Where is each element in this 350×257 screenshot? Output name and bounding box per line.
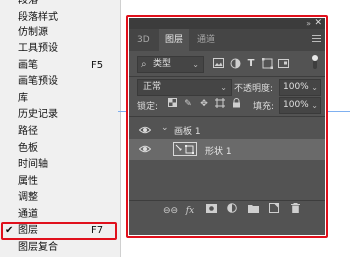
layer-name-artboard: 画板 1 — [174, 127, 201, 137]
divider — [129, 116, 325, 117]
tab-channels[interactable]: 通道 — [191, 29, 221, 51]
menu-item-tool-presets[interactable]: 工具预设 — [0, 40, 120, 58]
type-filter-icon[interactable]: T — [245, 58, 257, 70]
chevron-down-icon: ⌄ — [220, 83, 227, 92]
filter-toggle-switch[interactable] — [312, 55, 318, 69]
menu-item-timeline[interactable]: 时间轴 — [0, 156, 120, 174]
lock-transparent-pixels-icon[interactable] — [166, 98, 178, 110]
delete-layer-icon[interactable] — [288, 203, 302, 219]
new-group-icon[interactable] — [246, 203, 260, 219]
add-mask-icon[interactable] — [204, 203, 218, 219]
layers-panel: » ✕ 3D 图层 通道 ⌕ 类型 ⌄ T 正常 ⌄ 不透明度: 100% ⌄ … — [129, 18, 325, 235]
layer-thumbnail — [173, 142, 197, 156]
filter-kind-label: 类型 — [153, 59, 172, 69]
close-panel-icon[interactable]: ✕ — [314, 18, 322, 29]
fx-icon[interactable]: fx — [183, 203, 197, 219]
adjustment-layer-icon[interactable] — [225, 203, 239, 219]
new-layer-icon[interactable] — [267, 203, 281, 219]
search-icon: ⌕ — [141, 59, 147, 70]
guide-line-left — [118, 111, 126, 112]
opacity-label: 不透明度: — [234, 84, 274, 94]
lock-artboard-icon[interactable] — [214, 98, 226, 110]
chevron-down-icon[interactable]: ⌄ — [161, 123, 169, 133]
layer-name-shape: 形状 1 — [205, 147, 232, 157]
panel-menu-icon[interactable] — [312, 35, 321, 43]
menu-item-layers[interactable]: ✔ 图层 F7 — [0, 222, 120, 240]
window-menu: 段落 段落样式 仿制源 工具预设 画笔 F5 画笔预设 库 历史记录 路径 色板 … — [0, 0, 121, 257]
layer-row-artboard[interactable]: ⌄ 画板 1 — [129, 120, 325, 140]
opacity-input[interactable]: 100% ⌄ — [279, 79, 321, 96]
lock-position-icon[interactable]: ✥ — [198, 98, 210, 110]
blend-mode-dropdown[interactable]: 正常 ⌄ — [137, 79, 232, 96]
shape-filter-icon[interactable] — [261, 58, 273, 70]
menu-item-brush-presets[interactable]: 画笔预设 — [0, 73, 120, 91]
menu-item-adjustments[interactable]: 调整 — [0, 189, 120, 207]
layer-row-shape[interactable]: 形状 1 — [129, 139, 325, 160]
visibility-eye-icon[interactable] — [138, 143, 152, 155]
panel-tab-bar: 3D 图层 通道 — [129, 29, 325, 51]
chevron-down-icon: ⌄ — [311, 83, 318, 92]
lock-all-icon[interactable] — [230, 98, 242, 110]
fill-input[interactable]: 100% ⌄ — [279, 97, 321, 114]
chevron-down-icon: ⌄ — [311, 101, 318, 110]
guide-line-right — [328, 111, 350, 112]
filter-kind-dropdown[interactable]: ⌕ 类型 ⌄ — [137, 56, 204, 73]
opacity-value: 100% — [283, 82, 309, 92]
menu-item-layer-comps[interactable]: 图层复合 — [0, 239, 120, 257]
smart-object-filter-icon[interactable] — [277, 58, 289, 70]
lock-label: 锁定: — [137, 102, 159, 112]
collapse-panel-icon[interactable]: » — [306, 18, 311, 29]
image-filter-icon[interactable] — [212, 58, 224, 70]
tab-layers[interactable]: 图层 — [159, 29, 190, 51]
divider — [129, 200, 325, 201]
menu-item-history[interactable]: 历史记录 — [0, 106, 120, 124]
link-layers-icon[interactable]: ⊖⊖ — [163, 203, 178, 219]
fill-label: 填充: — [253, 102, 275, 112]
visibility-eye-icon[interactable] — [138, 124, 152, 136]
menu-item-paths[interactable]: 路径 — [0, 123, 120, 141]
blend-mode-value: 正常 — [143, 82, 162, 92]
fill-value: 100% — [283, 100, 309, 110]
checkmark-icon: ✔ — [5, 225, 14, 236]
adjustment-filter-icon[interactable] — [229, 58, 241, 70]
tab-3d[interactable]: 3D — [131, 29, 156, 51]
chevron-down-icon: ⌄ — [192, 60, 199, 69]
divider — [129, 76, 325, 77]
layers-bottom-bar: ⊖⊖ fx — [129, 203, 325, 221]
shortcut-f7: F7 — [91, 225, 104, 236]
panel-title-bar[interactable]: » ✕ — [129, 18, 325, 29]
lock-image-pixels-icon[interactable]: ✎ — [182, 98, 194, 110]
